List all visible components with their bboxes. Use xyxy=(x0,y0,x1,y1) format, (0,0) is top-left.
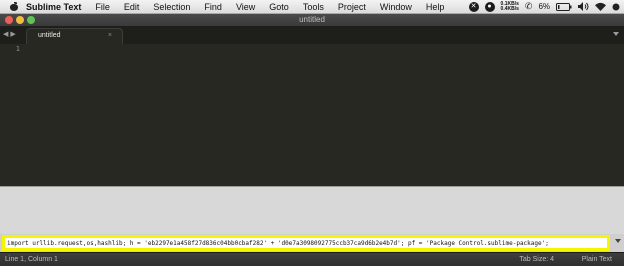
console-history-chevron-icon[interactable] xyxy=(615,239,621,243)
tab-size-selector[interactable]: Tab Size: 4 xyxy=(519,256,554,263)
phone-icon[interactable]: ✆ xyxy=(525,1,533,12)
status-bar: Line 1, Column 1 Tab Size: 4 Plain Text xyxy=(0,252,624,266)
network-speed[interactable]: 0.1KB/s 0.4KB/s xyxy=(500,1,519,12)
apple-logo-icon[interactable] xyxy=(10,2,18,11)
menu-tools[interactable]: Tools xyxy=(303,2,324,12)
console-output-panel xyxy=(0,187,624,234)
cursor-position: Line 1, Column 1 xyxy=(5,256,58,263)
mac-menu-bar: Sublime Text File Edit Selection Find Vi… xyxy=(0,0,624,14)
menu-window[interactable]: Window xyxy=(380,2,412,12)
tab-nav-arrows-icon[interactable]: ◀▶ xyxy=(3,30,18,38)
volume-icon[interactable] xyxy=(578,2,589,11)
console-input-row xyxy=(0,234,624,252)
app-menu[interactable]: Sublime Text xyxy=(26,2,81,12)
tab-untitled[interactable]: untitled × xyxy=(26,28,123,44)
menu-file[interactable]: File xyxy=(95,2,110,12)
menu-find[interactable]: Find xyxy=(204,2,222,12)
syntax-selector[interactable]: Plain Text xyxy=(582,256,612,263)
window-title-bar: untitled xyxy=(0,14,624,27)
tab-bar: ◀▶ untitled × xyxy=(0,27,624,44)
window-title: untitled xyxy=(299,15,325,24)
menu-selection[interactable]: Selection xyxy=(153,2,190,12)
menu-project[interactable]: Project xyxy=(338,2,366,12)
close-circle-icon[interactable]: ✕ xyxy=(468,1,479,12)
owl-icon[interactable]: ● xyxy=(484,1,495,12)
console-input[interactable] xyxy=(7,239,605,248)
editor-area[interactable]: 1 xyxy=(0,44,624,186)
tab-close-icon[interactable]: × xyxy=(108,32,112,39)
network-download: 0.4KB/s xyxy=(500,5,519,12)
console-input-highlight xyxy=(2,235,610,251)
tab-label: untitled xyxy=(38,32,61,39)
line-gutter: 1 xyxy=(0,44,24,186)
menu-goto[interactable]: Goto xyxy=(269,2,289,12)
menu-extra-icon[interactable] xyxy=(612,3,620,11)
menu-view[interactable]: View xyxy=(236,2,255,12)
battery-icon[interactable] xyxy=(556,2,572,11)
battery-percent[interactable]: 6% xyxy=(538,2,550,11)
status-tray: ✕ ● 0.1KB/s 0.4KB/s ✆ 6% xyxy=(468,0,620,13)
wifi-icon[interactable] xyxy=(595,2,606,11)
menu-help[interactable]: Help xyxy=(426,2,445,12)
menu-edit[interactable]: Edit xyxy=(124,2,140,12)
tab-overflow-chevron-icon[interactable] xyxy=(613,32,619,36)
code-text-area[interactable] xyxy=(26,44,624,186)
line-number: 1 xyxy=(15,45,20,53)
